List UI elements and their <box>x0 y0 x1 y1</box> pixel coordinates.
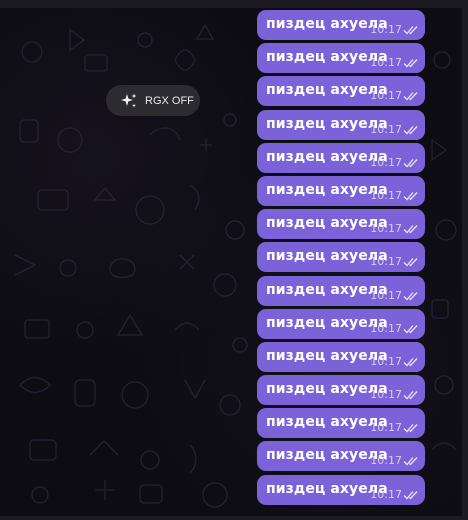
double-check-icon <box>403 324 418 334</box>
double-check-icon <box>403 191 418 201</box>
message-bubble[interactable]: пиздец ахуела 10:17 <box>257 308 425 339</box>
message-time: 10:17 <box>370 454 402 468</box>
top-window-edge <box>0 0 468 8</box>
message-time: 10:17 <box>370 354 402 368</box>
double-check-icon <box>403 391 418 400</box>
message-time: 10:17 <box>370 23 402 36</box>
message-time: 10:17 <box>370 122 402 136</box>
double-check-icon <box>403 225 418 234</box>
message-list: пиздец ахуела 10:17 пиздец ахуела 10:17 пизд… <box>257 10 425 508</box>
message-time: 10:17 <box>370 222 402 236</box>
message-time: 10:17 <box>370 56 402 70</box>
double-check-icon <box>403 125 418 135</box>
message-time: 10:17 <box>370 487 402 501</box>
double-check-icon <box>403 158 418 168</box>
message-bubble[interactable]: пиздец ахуела 10:17 <box>257 441 425 472</box>
rgx-toggle-button[interactable]: RGX OFF <box>106 85 200 116</box>
message-time: 10:17 <box>370 155 402 169</box>
message-bubble[interactable]: пиздец ахуела 10:17 <box>257 209 425 240</box>
sparkles-icon <box>121 93 137 107</box>
scrollbar-track[interactable] <box>462 0 468 520</box>
message-bubble[interactable]: пиздец ахуела 10:17 <box>257 375 425 406</box>
bottom-window-edge <box>0 516 468 520</box>
message-bubble[interactable]: пиздец ахуела 10:17 <box>257 109 425 140</box>
message-bubble[interactable]: пиздец ахуела 10:17 <box>257 175 425 206</box>
message-time: 10:17 <box>370 388 402 402</box>
chat-screen: RGX OFF пиздец ахуела 10:17 пиздец ахуела 1… <box>0 0 468 520</box>
double-check-icon <box>403 457 418 466</box>
message-time: 10:17 <box>370 89 402 103</box>
message-time: 10:17 <box>370 188 402 202</box>
message-bubble[interactable]: пиздец ахуела 10:17 <box>257 76 425 107</box>
message-bubble[interactable]: пиздец ахуела 10:17 <box>257 275 425 306</box>
message-bubble[interactable]: пиздец ахуела 10:17 <box>257 341 425 372</box>
double-check-icon <box>403 424 418 433</box>
message-time: 10:17 <box>370 288 402 302</box>
rgx-toggle-label: RGX OFF <box>145 94 194 107</box>
double-check-icon <box>403 92 418 101</box>
message-time: 10:17 <box>370 421 402 435</box>
message-bubble[interactable]: пиздец ахуела 10:17 <box>257 242 425 273</box>
message-bubble[interactable]: пиздец ахуела 10:17 <box>257 43 425 74</box>
double-check-icon <box>403 26 418 35</box>
message-bubble[interactable]: пиздец ахуела 10:17 <box>257 408 425 439</box>
double-check-icon <box>403 258 418 267</box>
message-bubble[interactable]: пиздец ахуела 10:17 <box>257 142 425 173</box>
double-check-icon <box>403 357 418 367</box>
message-bubble[interactable]: пиздец ахуела 10:17 <box>257 474 425 505</box>
message-time: 10:17 <box>370 321 402 335</box>
double-check-icon <box>403 291 418 300</box>
double-check-icon <box>403 490 418 500</box>
message-time: 10:17 <box>370 255 402 269</box>
double-check-icon <box>403 59 418 68</box>
message-bubble[interactable]: пиздец ахуела 10:17 <box>257 10 425 40</box>
